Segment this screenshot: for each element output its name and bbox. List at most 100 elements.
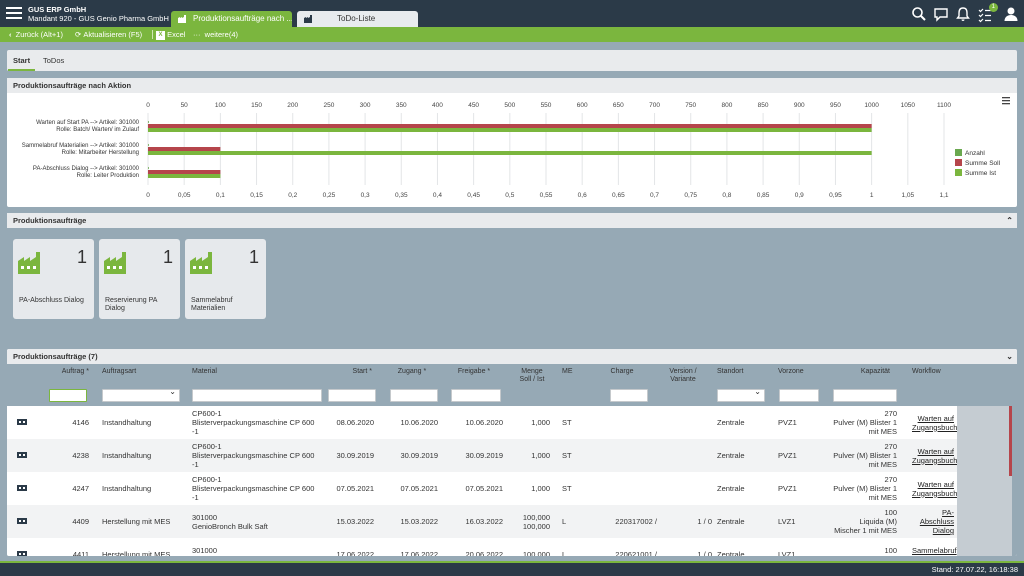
table-row[interactable]: 4146 Instandhaltung CP600-1 Blisterverpacku…	[7, 406, 970, 439]
user-icon[interactable]	[1002, 5, 1020, 23]
cell-mat: CP600-1 Blisterverpackungsmaschine CP 600…	[192, 442, 327, 469]
order-icon[interactable]	[17, 550, 27, 556]
col-standort[interactable]: Standort	[717, 368, 743, 376]
cell-freigabe: 30.09.2019	[451, 451, 503, 460]
tab-todo-liste[interactable]: ToDo-Liste	[297, 11, 418, 27]
cell-text[interactable]: Warten auf	[912, 447, 954, 456]
cell-text[interactable]: Warten auf	[912, 414, 954, 423]
filter-vorzone[interactable]	[779, 389, 819, 402]
chart-menu-icon[interactable]	[1002, 97, 1010, 105]
table-panel-title: Produktionsaufträge (7)	[13, 352, 98, 361]
cell-text: 16.03.2022	[465, 517, 503, 526]
bell-icon[interactable]	[954, 5, 972, 23]
bottom-tick-label: 0,65	[612, 192, 625, 199]
cell-wf[interactable]: Warten auf Zugangsbuchung	[912, 447, 970, 465]
order-icon[interactable]	[17, 484, 27, 494]
cell-wf[interactable]: PA- Abschluss Dialog	[912, 508, 954, 535]
col-zugang[interactable]: Zugang *	[387, 368, 437, 376]
top-tick-label: 900	[794, 102, 805, 109]
table-row[interactable]: 4411 Herstellung mit MES 301000GenioBronch…	[7, 538, 957, 556]
bottom-tick-label: 1,05	[901, 192, 914, 199]
cell-text[interactable]: Warten auf	[912, 480, 954, 489]
order-icon[interactable]	[17, 517, 27, 527]
cell-charge: 220621001 /	[602, 550, 657, 556]
filter-start[interactable]	[328, 389, 376, 402]
cell-menge: 1,000	[512, 451, 550, 460]
top-tick-label: 550	[541, 102, 552, 109]
app-header: GUS ERP GmbH Mandant 920 - GUS Genio Pha…	[0, 0, 1024, 27]
table-row[interactable]: 4409 Herstellung mit MES 301000 GenioBronch…	[7, 505, 957, 538]
cell-text: 301000	[192, 512, 218, 522]
cell-text[interactable]: PA-	[912, 508, 954, 517]
cell-text[interactable]: Zugangsbuchung	[912, 456, 970, 465]
col-vorzone[interactable]: Vorzone	[778, 368, 804, 376]
tab-produktionsauftraege[interactable]: Produktionsaufträge nach ...	[171, 11, 292, 27]
filter-auftragsart[interactable]	[102, 387, 180, 402]
cell-text: 270	[884, 475, 897, 484]
cell-text: 100,000	[522, 521, 550, 531]
cell-text[interactable]: Zugangsbuchung	[912, 423, 970, 432]
tab-todos[interactable]: ToDos	[38, 50, 69, 71]
top-tick-label: 300	[360, 102, 371, 109]
excel-icon: X	[156, 30, 165, 40]
cell-text[interactable]: Dialog	[912, 526, 954, 535]
more-button[interactable]: ··· weitere(4)	[193, 27, 238, 42]
card-pa-abschluss[interactable]: 1 PA-Abschluss Dialog	[13, 239, 94, 319]
card-reservierung[interactable]: 1 Reservierung PA Dialog	[99, 239, 180, 319]
cell-text[interactable]: Zugangsbuchung	[912, 489, 970, 498]
filter-freigabe[interactable]	[451, 389, 501, 402]
bottom-tick-label: 0,4	[433, 192, 442, 199]
cell-text[interactable]: Materialien	[912, 555, 954, 557]
cell-text[interactable]: Sammelabruf	[912, 546, 957, 555]
search-icon[interactable]	[910, 5, 928, 23]
cell-wf[interactable]: Warten auf Zugangsbuchung	[912, 480, 970, 498]
col-version[interactable]: Version / Variante	[663, 368, 703, 384]
chevron-up-icon[interactable]: ⌃	[1006, 213, 1013, 228]
refresh-button[interactable]: ⟳ Aktualisieren (F5)	[75, 27, 142, 42]
scrollbar[interactable]	[1009, 406, 1012, 476]
card-sammelabruf[interactable]: 1 Sammelabruf Materialien	[185, 239, 266, 319]
filter-charge[interactable]	[610, 389, 648, 402]
table-row[interactable]: 4247 Instandhaltung CP600-1 Blisterverpacku…	[7, 472, 970, 505]
chat-icon[interactable]	[932, 5, 950, 23]
tab-start[interactable]: Start	[8, 50, 36, 71]
col-start[interactable]: Start *	[327, 368, 372, 376]
filter-kapazitaet[interactable]	[833, 389, 897, 402]
cell-text: -1	[192, 493, 199, 502]
filter-material[interactable]	[192, 389, 322, 402]
cell-freigabe: 07.05.2021	[451, 484, 503, 493]
cell-me: ST	[562, 418, 577, 427]
cell-text[interactable]: Abschluss	[912, 517, 954, 526]
cell-wf[interactable]: Warten auf Zugangsbuchung	[912, 414, 970, 432]
filter-standort[interactable]	[717, 387, 765, 402]
bottom-tick-label: 0,2	[288, 192, 297, 199]
order-icon[interactable]	[17, 418, 27, 428]
bottom-tick-label: 1,1	[939, 192, 948, 199]
cell-text: Zentrale	[717, 550, 745, 556]
col-material[interactable]: Material	[192, 368, 217, 376]
col-charge[interactable]: Charge	[607, 368, 637, 376]
top-tick-label: 1100	[937, 102, 951, 109]
cell-text: Pulver (M) Blister 1	[833, 484, 897, 493]
col-workflow[interactable]: Workflow	[912, 368, 941, 376]
menu-icon[interactable]	[6, 7, 22, 20]
col-freigabe[interactable]: Freigabe *	[449, 368, 499, 376]
cell-text: 15.03.2022	[336, 517, 374, 526]
col-menge[interactable]: Menge Soll / Ist	[515, 368, 549, 384]
col-kapazitaet[interactable]: Kapazität	[842, 368, 890, 376]
col-auftrag[interactable]: Auftrag *	[47, 368, 89, 376]
col-auftragsart[interactable]: Auftragsart	[102, 368, 136, 376]
filter-zugang[interactable]	[390, 389, 438, 402]
excel-button[interactable]: X Excel	[156, 27, 185, 42]
checklist-button[interactable]: 1	[976, 3, 998, 23]
cell-wf[interactable]: SammelabrufMaterialien	[912, 546, 957, 557]
filter-auftrag[interactable]	[49, 389, 87, 402]
order-icon[interactable]	[17, 451, 27, 461]
back-button[interactable]: ‹ Zurück (Alt+1)	[9, 27, 63, 42]
cell-zugang: 10.06.2020	[390, 418, 438, 427]
cell-art: Herstellung mit MES	[102, 550, 190, 556]
chevron-down-icon[interactable]: ⌄	[1006, 349, 1013, 364]
col-me[interactable]: ME	[562, 368, 573, 376]
table-row[interactable]: 4238 Instandhaltung CP600-1 Blisterverpacku…	[7, 439, 970, 472]
table-panel: Produktionsaufträge (7) ⌄ Auftrag * Auftr…	[7, 349, 1017, 556]
